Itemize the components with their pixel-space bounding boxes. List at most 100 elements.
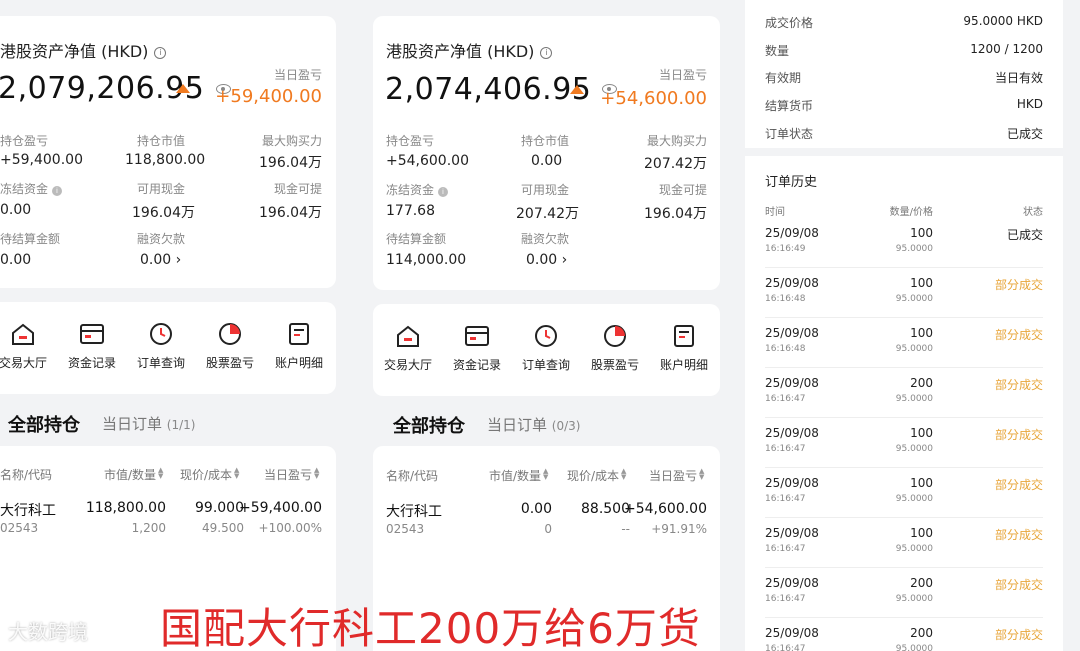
history-date: 25/09/08 xyxy=(765,276,819,290)
history-status: 部分成交 xyxy=(994,628,1043,642)
stat-label: 冻结资金 i xyxy=(0,180,63,197)
info-dot-icon[interactable]: i xyxy=(52,186,63,196)
history-header-qty: 数量/价格 xyxy=(889,207,933,218)
history-qty: 100 xyxy=(910,426,933,440)
tab-today-orders[interactable]: 当日订单 (1/1) xyxy=(102,413,195,434)
stock-name: 大行科工 xyxy=(0,503,56,519)
action-fund-records[interactable]: 资金记录 xyxy=(442,324,512,373)
stat-value: +59,400.00 xyxy=(0,152,83,168)
sort-icon: ▲ ▼ xyxy=(234,466,240,480)
action-account-details[interactable]: 账户明细 xyxy=(264,322,334,371)
market-value: 0.00 xyxy=(520,501,552,517)
stat-value: 196.04万 xyxy=(259,205,322,221)
action-order-query[interactable]: 订单查询 xyxy=(126,322,196,371)
col-header-pnl[interactable]: 当日盈亏 ▲ ▼ xyxy=(649,467,704,484)
info-icon[interactable]: i xyxy=(540,47,553,59)
stat-value: 196.04万 xyxy=(132,205,195,221)
history-price: 95.0000 xyxy=(895,394,933,404)
history-qty: 200 xyxy=(910,376,933,390)
section-divider xyxy=(745,148,1063,156)
position-pnl-pct: +91.91% xyxy=(651,522,707,536)
history-row[interactable]: 25/09/08 16:16:47 200 95.0000 部分成交 xyxy=(765,568,1043,618)
history-date: 25/09/08 xyxy=(765,376,819,390)
tab-today-orders[interactable]: 当日订单 (0/3) xyxy=(487,414,580,435)
stat-label: 持仓市值 xyxy=(137,134,186,148)
stat-label: 可用现金 xyxy=(137,182,186,196)
stat-value: 0.00 xyxy=(0,202,32,218)
history-status: 部分成交 xyxy=(994,578,1043,592)
stat-value: 177.68 xyxy=(386,203,435,219)
history-row[interactable]: 25/09/08 16:16:49 100 95.0000 已成交 xyxy=(765,218,1043,268)
stat-label: 融资欠款 xyxy=(137,232,186,246)
stat-label: 现金可提 xyxy=(273,182,322,196)
action-trading-hall[interactable]: 交易大厅 xyxy=(373,324,443,373)
pie-chart-icon xyxy=(604,325,626,347)
wallet-icon xyxy=(80,324,104,344)
stat-label: 持仓盈亏 xyxy=(0,134,49,148)
document-icon xyxy=(289,323,309,345)
history-status: 部分成交 xyxy=(994,378,1043,392)
stat-label: 持仓市值 xyxy=(521,134,570,148)
history-time: 16:16:48 xyxy=(765,294,806,304)
pie-chart-icon xyxy=(219,323,241,345)
history-row[interactable]: 25/09/08 16:16:47 200 95.0000 部分成交 xyxy=(765,368,1043,418)
tab-all-positions[interactable]: 全部持仓 xyxy=(8,411,80,437)
history-date: 25/09/08 xyxy=(765,526,819,540)
history-price: 95.0000 xyxy=(895,544,933,554)
history-date: 25/09/08 xyxy=(765,576,819,590)
financing-debt-link[interactable]: 0.00 › xyxy=(140,252,181,268)
history-time: 16:16:49 xyxy=(765,244,806,254)
history-status: 已成交 xyxy=(1006,228,1043,242)
tab-all-positions[interactable]: 全部持仓 xyxy=(393,412,465,438)
quick-actions-card: 交易大厅 资金记录 订单查询 股票盈亏 账户明细 xyxy=(373,304,720,396)
history-price: 95.0000 xyxy=(895,644,933,651)
action-trading-hall[interactable]: 交易大厅 xyxy=(0,322,58,371)
action-order-query[interactable]: 订单查询 xyxy=(511,324,581,373)
col-header-value[interactable]: 市值/数量 ▲ ▼ xyxy=(104,466,163,483)
col-header-price[interactable]: 现价/成本 ▲ ▼ xyxy=(180,466,239,483)
history-row[interactable]: 25/09/08 16:16:47 100 95.0000 部分成交 xyxy=(765,418,1043,468)
watermark: 大数跨境 xyxy=(8,620,88,644)
history-header-status: 状态 xyxy=(1023,207,1043,218)
col-header-pnl[interactable]: 当日盈亏 ▲ ▼ xyxy=(264,466,319,483)
action-stock-pnl[interactable]: 股票盈亏 xyxy=(580,324,650,373)
info-dot-icon[interactable]: i xyxy=(438,187,449,197)
stat-label: 冻结资金 i xyxy=(386,181,449,198)
today-pnl-label: 当日盈亏 xyxy=(273,68,322,82)
info-icon[interactable]: i xyxy=(154,47,167,59)
financing-debt-link[interactable]: 0.00 › xyxy=(526,252,567,268)
stat-value: 0.00 xyxy=(531,153,563,169)
quantity: 1,200 xyxy=(131,521,166,535)
action-account-details[interactable]: 账户明细 xyxy=(649,324,719,373)
history-row[interactable]: 25/09/08 16:16:47 200 95.0000 部分成交 xyxy=(765,618,1043,651)
history-row[interactable]: 25/09/08 16:16:48 100 95.0000 部分成交 xyxy=(765,268,1043,318)
current-price: 88.500 xyxy=(581,501,630,517)
history-status: 部分成交 xyxy=(994,528,1043,542)
caption-overlay: 国配大行科工200万给6万货 xyxy=(160,604,701,651)
history-qty: 100 xyxy=(910,326,933,340)
stat-label: 持仓盈亏 xyxy=(386,134,435,148)
order-history-title: 订单历史 xyxy=(765,175,818,190)
action-fund-records[interactable]: 资金记录 xyxy=(57,322,127,371)
stat-label: 最大购买力 xyxy=(646,134,707,148)
position-pnl: +59,400.00 xyxy=(239,500,322,516)
action-stock-pnl[interactable]: 股票盈亏 xyxy=(195,322,265,371)
history-row[interactable]: 25/09/08 16:16:47 100 95.0000 部分成交 xyxy=(765,468,1043,518)
quick-actions-card: 交易大厅 资金记录 订单查询 股票盈亏 账户明细 xyxy=(0,302,336,394)
history-time: 16:16:47 xyxy=(765,394,806,404)
history-qty: 100 xyxy=(910,276,933,290)
stock-code: 02543 xyxy=(386,522,425,536)
sort-icon: ▲ ▼ xyxy=(158,466,164,480)
stat-value: 0.00 xyxy=(0,252,32,268)
col-header-value[interactable]: 市值/数量 ▲ ▼ xyxy=(489,467,548,484)
order-detail-panel: 成交价格 95.0000 HKD 数量 1200 / 1200 有效期 当日有效 结算… xyxy=(745,0,1063,651)
history-date: 25/09/08 xyxy=(765,426,819,440)
account-panel-middle: 港股资产净值 (HKD) i 2,074,406.95 当日盈亏 +54,600.… xyxy=(363,0,733,651)
today-pnl: +59,400.00 xyxy=(215,86,322,107)
history-row[interactable]: 25/09/08 16:16:47 100 95.0000 部分成交 xyxy=(765,518,1043,568)
position-pnl-pct: +100.00% xyxy=(258,521,322,535)
stat-value: +54,600.00 xyxy=(386,153,469,169)
history-qty: 100 xyxy=(910,226,933,240)
history-row[interactable]: 25/09/08 16:16:48 100 95.0000 部分成交 xyxy=(765,318,1043,368)
col-header-price[interactable]: 现价/成本 ▲ ▼ xyxy=(567,467,626,484)
